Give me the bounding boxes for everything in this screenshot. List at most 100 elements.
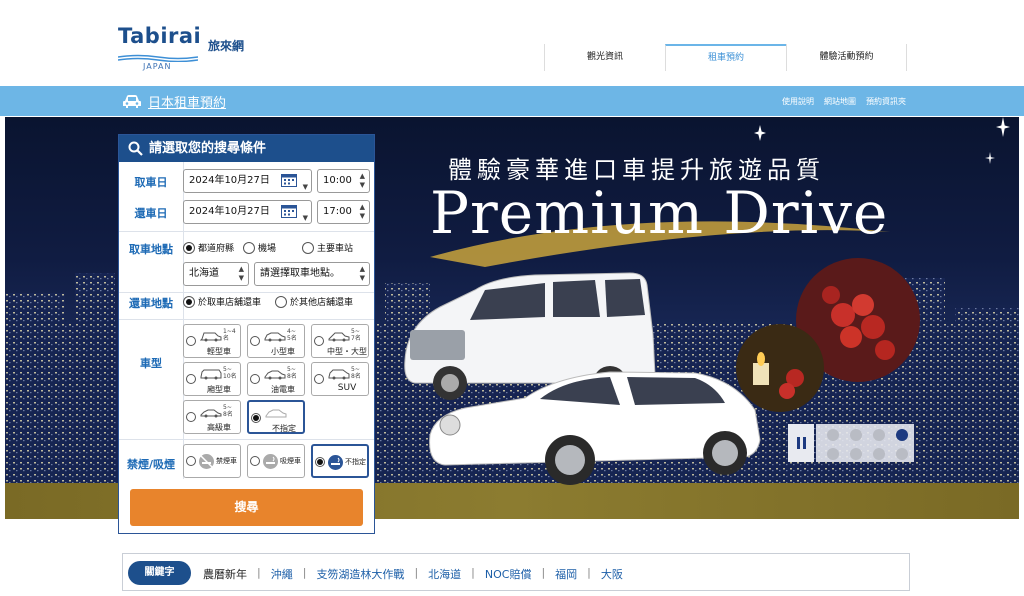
capacity-min: 5~ xyxy=(351,366,360,373)
keyword-link[interactable]: NOC賠償 xyxy=(475,566,542,582)
capacity-max: 5名 xyxy=(287,335,297,342)
nav-car-rental[interactable]: 租車預約 xyxy=(665,44,786,71)
pause-button[interactable] xyxy=(788,424,814,462)
radio-icon xyxy=(183,241,195,254)
keyword-link[interactable]: 支笏湖造林大作戰 xyxy=(306,566,414,582)
pickup-time-value: 10:00 xyxy=(323,175,352,186)
radio-label: 於取車店舖還車 xyxy=(198,298,262,308)
capacity: 5~ 8名 xyxy=(351,366,361,380)
capacity-min: 5~ xyxy=(223,404,232,411)
search-panel: 請選取您的搜尋條件 取車日 2024年10月27日 ▼ 10:00 ▲ ▼ 還車日… xyxy=(118,134,375,534)
return-date-select[interactable]: 2024年10月27日 ▼ xyxy=(183,200,312,224)
car-type-name: 高級車 xyxy=(207,423,231,432)
car-type-suv[interactable]: 5~ 8名 SUV xyxy=(311,362,369,396)
keyword-link[interactable]: 沖繩 xyxy=(261,566,303,582)
smoke-option-label: 吸煙車 xyxy=(280,457,301,465)
smoke-option-nonsmoking[interactable]: 禁煙車 xyxy=(183,444,241,478)
pickup-time-select[interactable]: 10:00 ▲ ▼ xyxy=(317,169,370,193)
nav-activities[interactable]: 體驗活動預約 xyxy=(786,44,907,71)
pickup-location-placeholder: 請選擇取車地點。 xyxy=(260,268,340,279)
compact-car-icon xyxy=(264,332,286,342)
car-type-name: 不指定 xyxy=(272,424,296,433)
slide-dot[interactable] xyxy=(873,448,885,460)
radio-icon xyxy=(315,457,325,467)
nav-sightseeing[interactable]: 觀光資訊 xyxy=(544,44,665,71)
car-type-any[interactable]: 不指定 xyxy=(247,400,305,434)
slide-indicators xyxy=(816,424,914,462)
smoke-option-smoking[interactable]: 吸煙車 xyxy=(247,444,305,478)
radio-icon xyxy=(275,295,287,308)
slide-dot[interactable] xyxy=(873,429,885,441)
search-heading: 請選取您的搜尋條件 xyxy=(149,141,267,156)
return-time-select[interactable]: 17:00 ▲ ▼ xyxy=(317,200,370,224)
return-date-value: 2024年10月27日 xyxy=(189,206,270,217)
slide-dot[interactable] xyxy=(850,448,862,460)
pickup-location-select[interactable]: 請選擇取車地點。 ▲ ▼ xyxy=(254,262,370,286)
tabirai-logo[interactable]: Tabirai JAPAN xyxy=(118,24,201,71)
radio-station[interactable]: 主要車站 xyxy=(302,241,353,254)
radio-label: 主要車站 xyxy=(317,244,354,254)
car-type-van[interactable]: 5~ 10名 廂型車 xyxy=(183,362,241,396)
link-sitemap[interactable]: 網站地圖 xyxy=(824,96,856,107)
car-type-luxury[interactable]: 5~ 8名 高級車 xyxy=(183,400,241,434)
calendar-icon[interactable] xyxy=(281,204,297,218)
pickup-place-label: 取車地點 xyxy=(129,243,173,256)
car-icon xyxy=(123,95,141,108)
capacity-max: 8名 xyxy=(351,373,361,380)
capacity-min: 5~ xyxy=(287,366,296,373)
car-type-hybrid[interactable]: 5~ 8名 油電車 xyxy=(247,362,305,396)
radio-airport[interactable]: 機場 xyxy=(243,241,276,254)
page-title[interactable]: 日本租車預約 xyxy=(148,92,226,111)
link-booking-folder[interactable]: 預約資訊夾 xyxy=(866,96,906,107)
radio-icon xyxy=(183,295,195,308)
smoking-label: 禁煙/吸煙 xyxy=(126,458,176,471)
capacity: 5~ 7名 xyxy=(351,328,361,342)
divider xyxy=(119,231,374,232)
calendar-icon[interactable] xyxy=(281,173,297,187)
car-type-name: 中型・大型 xyxy=(327,347,367,356)
keyword-bar: 關鍵字 農曆新年 | 沖繩 | 支笏湖造林大作戰 | 北海道 | NOC賠償 | 福岡 | … xyxy=(122,553,910,591)
car-type-compact[interactable]: 4~ 5名 小型車 xyxy=(247,324,305,358)
slide-dot[interactable] xyxy=(850,429,862,441)
radio-label: 於其他店舖還車 xyxy=(290,298,354,308)
pickup-date-select[interactable]: 2024年10月27日 ▼ xyxy=(183,169,312,193)
radio-other-store[interactable]: 於其他店舖還車 xyxy=(275,295,353,308)
sedan-car-icon xyxy=(328,332,350,342)
radio-icon xyxy=(243,241,255,254)
keyword-link[interactable]: 農曆新年 xyxy=(203,566,257,582)
keyword-link[interactable]: 北海道 xyxy=(418,566,471,582)
radio-prefecture[interactable]: 都道府縣 xyxy=(183,241,234,254)
slide-dot[interactable] xyxy=(827,448,839,460)
capacity: 5~ 10名 xyxy=(223,366,237,380)
radio-icon xyxy=(314,336,324,346)
smoke-option-any[interactable]: 不指定 xyxy=(311,444,369,478)
capacity: 1~4名 xyxy=(223,328,236,342)
radio-icon xyxy=(302,241,314,254)
car-type-name: 油電車 xyxy=(271,385,295,394)
suv-car-icon xyxy=(328,369,350,380)
divider xyxy=(119,319,374,320)
section-bar: 日本租車預約 使用說明 網站地圖 預約資訊夾 xyxy=(0,86,1024,116)
slide-dot-active[interactable] xyxy=(896,429,908,441)
car-type-midsize[interactable]: 5~ 7名 中型・大型 xyxy=(311,324,369,358)
return-date-label: 還車日 xyxy=(134,207,168,220)
keyword-link[interactable]: 福岡 xyxy=(545,566,587,582)
divider xyxy=(119,439,374,440)
car-type-kei[interactable]: 1~4名 輕型車 xyxy=(183,324,241,358)
radio-icon xyxy=(186,456,196,466)
search-button[interactable]: 搜尋 xyxy=(130,489,363,526)
radio-same-store[interactable]: 於取車店舖還車 xyxy=(183,295,261,308)
pickup-date-label: 取車日 xyxy=(134,176,168,189)
slide-dot[interactable] xyxy=(896,448,908,460)
prefecture-select[interactable]: 北海道 ▲ ▼ xyxy=(183,262,249,286)
capacity-max: 10名 xyxy=(223,373,237,380)
keyword-link[interactable]: 大阪 xyxy=(591,566,633,582)
any-car-icon xyxy=(265,409,287,418)
capacity-max: 7名 xyxy=(351,335,361,342)
slide-dot[interactable] xyxy=(827,429,839,441)
return-time-value: 17:00 xyxy=(323,206,352,217)
hybrid-car-icon xyxy=(264,370,286,380)
logo-chinese: 旅來網 xyxy=(208,39,245,53)
site-header: Tabirai JAPAN 旅來網 觀光資訊 租車預約 體驗活動預約 xyxy=(0,0,1024,86)
link-usage-guide[interactable]: 使用說明 xyxy=(782,96,814,107)
